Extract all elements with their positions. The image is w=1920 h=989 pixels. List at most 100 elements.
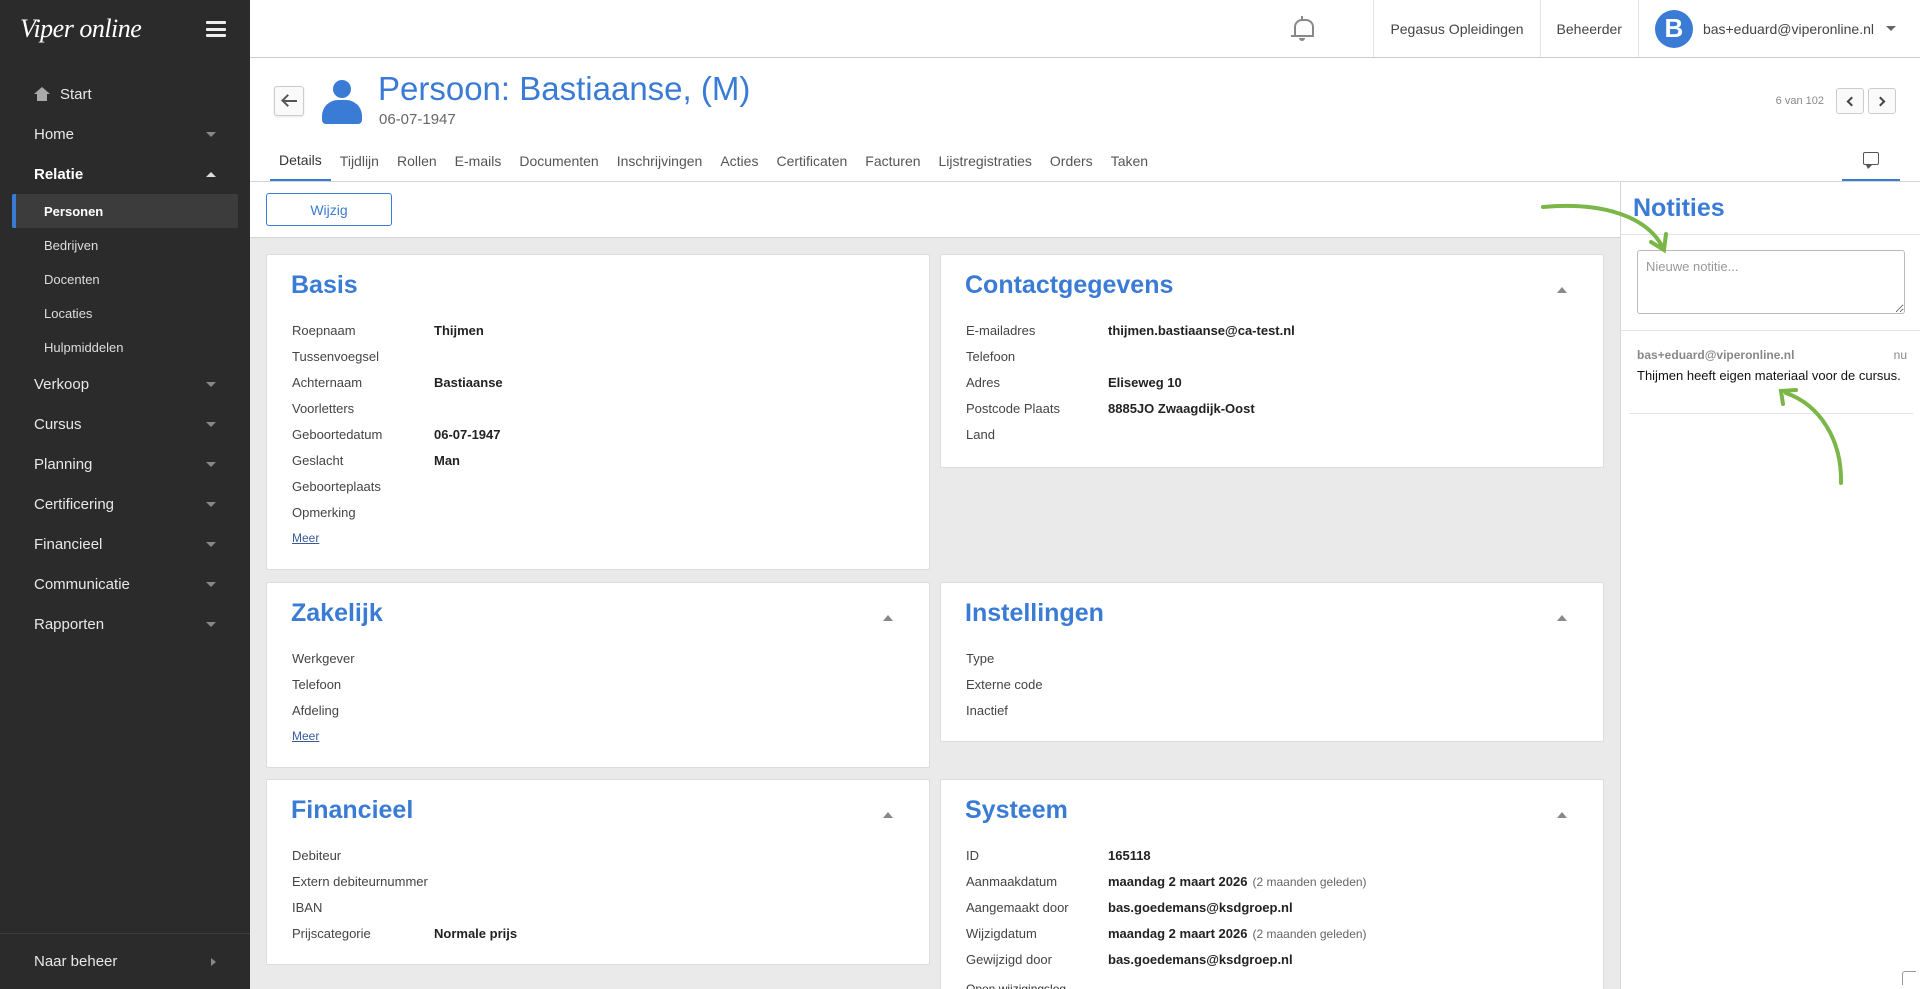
field-label: Aanmaakdatum xyxy=(966,873,1058,889)
nav-label: Planning xyxy=(34,455,93,473)
nav-label: Rapporten xyxy=(34,615,105,633)
field-label: IBAN xyxy=(292,899,323,915)
sidebar-item-bedrijven[interactable]: Bedrijven xyxy=(12,228,238,262)
tab-orders[interactable]: Orders xyxy=(1041,141,1102,181)
action-toolbar: Wijzig xyxy=(250,182,1620,238)
field-label: Opmerking xyxy=(292,504,356,520)
tab-rollen[interactable]: Rollen xyxy=(388,141,446,181)
more-link[interactable]: Meer xyxy=(292,525,503,551)
field-row: Type xyxy=(966,645,1108,671)
tab-details[interactable]: Details xyxy=(270,141,331,181)
chevron-down-icon xyxy=(206,131,216,137)
card-title: Contactgegevens xyxy=(965,271,1174,299)
field-row: Externe code xyxy=(966,671,1108,697)
field-value-text: bas.goedemans@ksdgroep.nl xyxy=(1108,951,1293,967)
field-value: 165118 xyxy=(1108,848,1151,863)
notifications-button[interactable] xyxy=(1275,0,1373,57)
role-menu[interactable]: Beheerder xyxy=(1539,0,1638,57)
field-value: Thijmen xyxy=(434,322,484,338)
divider xyxy=(1629,413,1913,414)
tab-e-mails[interactable]: E-mails xyxy=(446,141,511,181)
sidebar-item-docenten[interactable]: Docenten xyxy=(12,262,238,296)
collapse-icon[interactable] xyxy=(1557,615,1567,621)
chevron-right-icon xyxy=(211,957,216,966)
field-label: Werkgever xyxy=(292,650,355,666)
nav-item-home[interactable]: Home xyxy=(0,114,250,154)
chevron-down-icon xyxy=(206,541,216,547)
menu-toggle-icon[interactable] xyxy=(206,21,226,37)
nav-item-rapporten[interactable]: Rapporten xyxy=(0,604,250,644)
chevron-down-icon xyxy=(206,461,216,467)
more-link[interactable]: Meer xyxy=(292,723,434,749)
field-row: Geboorteplaats xyxy=(292,473,503,499)
field-row: Aangemaakt door bas.goedemans@ksdgroep.nl xyxy=(966,894,1367,920)
edit-button[interactable]: Wijzig xyxy=(266,193,392,226)
collapse-icon[interactable] xyxy=(883,615,893,621)
next-record-button[interactable] xyxy=(1868,88,1896,114)
nav-item-communicatie[interactable]: Communicatie xyxy=(0,564,250,604)
organization-switcher[interactable]: Pegasus Opleidingen xyxy=(1373,0,1539,57)
nav-item-certificering[interactable]: Certificering xyxy=(0,484,250,524)
field-row: Postcode Plaats 8885JO Zwaagdijk-Oost xyxy=(966,395,1295,421)
nav-item-start[interactable]: Start xyxy=(0,74,250,114)
tab-lijstregistraties[interactable]: Lijstregistraties xyxy=(930,141,1041,181)
field-value-text: maandag 2 maart 2026 xyxy=(1108,925,1248,941)
tab-facturen[interactable]: Facturen xyxy=(856,141,929,181)
field-row: Aanmaakdatum maandag 2 maart 2026 (2 maand… xyxy=(966,868,1367,894)
nav-item-relatie[interactable]: Relatie xyxy=(0,154,250,194)
collapse-icon[interactable] xyxy=(1557,812,1567,818)
field-row: Voorletters xyxy=(292,395,503,421)
tab-acties[interactable]: Acties xyxy=(711,141,767,181)
field-label: Telefoon xyxy=(966,348,1016,364)
comment-icon xyxy=(1863,151,1879,169)
collapse-icon[interactable] xyxy=(1557,287,1567,293)
field-row: IBAN xyxy=(292,894,517,920)
app-logo[interactable]: Viper online xyxy=(20,14,142,44)
field-label: Tussenvoegsel xyxy=(292,348,379,364)
notes-title: Notities xyxy=(1633,194,1725,222)
relatie-subnav: Personen Bedrijven Docenten Locaties Hul… xyxy=(0,194,250,364)
field-label: Externe code xyxy=(966,676,1043,692)
field-value: bas.goedemans@ksdgroep.nl xyxy=(1108,952,1293,967)
sidebar-item-personen[interactable]: Personen xyxy=(12,194,238,228)
field-label: Type xyxy=(966,650,995,666)
home-icon xyxy=(34,87,50,101)
user-menu[interactable]: B bas+eduard@viperonline.nl xyxy=(1637,0,1920,57)
nav-item-planning[interactable]: Planning xyxy=(0,444,250,484)
nav-item-naar-beheer[interactable]: Naar beheer xyxy=(0,933,250,989)
tab-taken[interactable]: Taken xyxy=(1102,141,1157,181)
change-log-link[interactable]: Open wijzigingslog xyxy=(966,976,1367,989)
field-label: Achternaam xyxy=(292,374,363,390)
field-row: Achternaam Bastiaanse xyxy=(292,369,503,395)
tab-tijdlijn[interactable]: Tijdlijn xyxy=(331,141,388,181)
field-value: maandag 2 maart 2026 (2 maanden geleden) xyxy=(1108,874,1367,889)
resize-handle-icon[interactable] xyxy=(1902,971,1916,985)
divider xyxy=(1621,330,1920,331)
field-row: Geslacht Man xyxy=(292,447,503,473)
field-label: Geboorteplaats xyxy=(292,478,381,494)
chevron-down-icon xyxy=(206,501,216,507)
chevron-left-icon xyxy=(1846,96,1857,106)
card-zakelijk: Zakelijk Werkgever Telefoon Afdeling Mee… xyxy=(266,582,930,768)
nav-item-verkoop[interactable]: Verkoop xyxy=(0,364,250,404)
field-row: E-mailadres thijmen.bastiaanse@ca-test.nl xyxy=(966,317,1295,343)
record-pager: 6 van 102 xyxy=(1776,88,1896,114)
sidebar-item-hulpmiddelen[interactable]: Hulpmiddelen xyxy=(12,330,238,364)
nav-item-cursus[interactable]: Cursus xyxy=(0,404,250,444)
tab-documenten[interactable]: Documenten xyxy=(510,141,607,181)
collapse-icon[interactable] xyxy=(883,812,893,818)
field-row: Afdeling xyxy=(292,697,434,723)
nav-item-financieel[interactable]: Financieel xyxy=(0,524,250,564)
chevron-right-icon xyxy=(1875,96,1886,106)
note-item: bas+eduard@viperonline.nl nu Thijmen hee… xyxy=(1637,348,1907,383)
tab-certificaten[interactable]: Certificaten xyxy=(767,141,856,181)
new-note-input[interactable] xyxy=(1637,250,1905,314)
field-label: Extern debiteurnummer xyxy=(292,873,428,889)
tab-inschrijvingen[interactable]: Inschrijvingen xyxy=(608,141,712,181)
user-email: bas+eduard@viperonline.nl xyxy=(1702,20,1874,37)
previous-record-button[interactable] xyxy=(1836,88,1864,114)
back-button[interactable] xyxy=(274,86,304,116)
note-text: Thijmen heeft eigen materiaal voor de cu… xyxy=(1637,368,1901,383)
sidebar-item-locaties[interactable]: Locaties xyxy=(12,296,238,330)
notes-toggle-button[interactable] xyxy=(1842,141,1900,181)
